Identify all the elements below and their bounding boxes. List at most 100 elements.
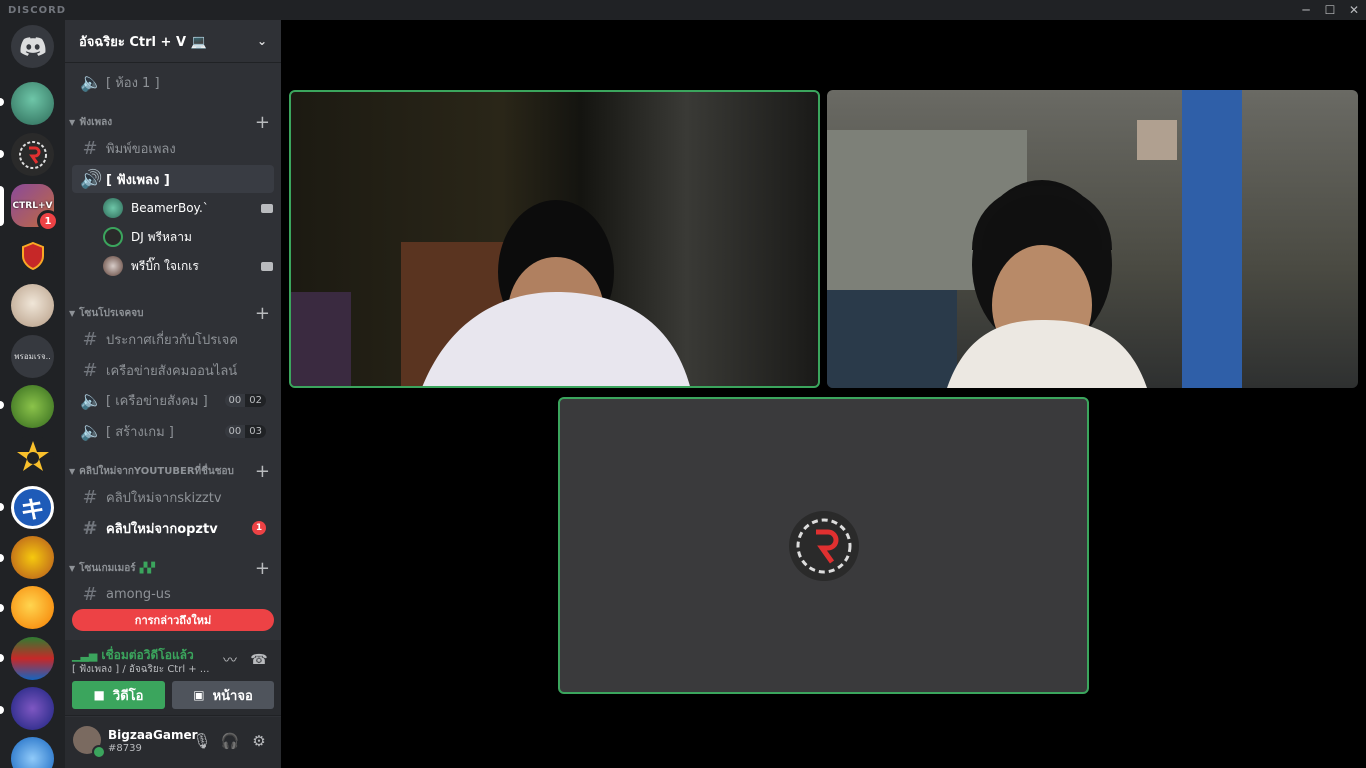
avatar xyxy=(789,511,859,581)
add-channel-icon[interactable]: + xyxy=(255,558,270,579)
server-icon-5[interactable] xyxy=(11,284,54,327)
server-name: อัจฉริยะ Ctrl + V 💻 xyxy=(79,34,207,50)
discord-logo-icon xyxy=(20,36,46,56)
server-icon-text: CTRL+V xyxy=(12,200,53,211)
user-panel: BigzaaGamer #8739 🎙 🎧 ⚙ xyxy=(65,717,281,768)
server-icon-10[interactable] xyxy=(11,536,54,579)
channel-label: [ เครือข่ายสังคม ] xyxy=(106,393,208,409)
server-icon-1[interactable] xyxy=(11,82,54,125)
hash-icon: # xyxy=(82,517,98,539)
window-controls: ─ ☐ ✕ xyxy=(1294,0,1366,20)
text-channel-project-network[interactable]: # เครือข่ายสังคมออนไลน์ xyxy=(72,356,274,384)
chevron-down-icon: ▼ xyxy=(69,466,76,476)
screen-share-label: หน้าจอ xyxy=(212,688,253,704)
video-feed xyxy=(291,200,690,386)
video-feed xyxy=(827,90,1242,388)
chevron-down-icon: ▼ xyxy=(69,117,76,127)
voice-channel-game[interactable]: 🔈 [ สร้างเกม ] 00 03 xyxy=(72,417,274,445)
channel-label: [ ฟังเพลง ] xyxy=(106,172,170,188)
username[interactable]: BigzaaGamer xyxy=(108,728,198,742)
voice-user[interactable]: DJ พรีหลาม xyxy=(103,224,273,250)
gamer-emoji-icon: ▞▞ xyxy=(139,562,155,574)
channel-label: คลิปใหม่จากopztv xyxy=(106,521,218,537)
server-icon-7[interactable] xyxy=(11,385,54,428)
speaker-icon: 🔈 xyxy=(80,389,103,411)
screen-share-button[interactable]: ▣ หน้าจอ xyxy=(172,681,274,709)
text-channel-among-us[interactable]: # among-us xyxy=(72,580,274,608)
server-icon-8[interactable] xyxy=(11,435,54,478)
add-channel-icon[interactable]: + xyxy=(255,461,270,482)
voice-location[interactable]: [ ฟังเพลง ] / อัจฉริยะ Ctrl + ... xyxy=(72,662,212,677)
category-label: ฟังเพลง xyxy=(79,116,113,128)
category-youtube[interactable]: ▼ คลิปใหม่จากYOUTUBERที่ชื่นชอบ + xyxy=(69,461,274,482)
category-gamer[interactable]: ▼ โซนเกมเมอร์ ▞▞ + xyxy=(69,558,274,579)
signal-icon: ▁▃▅ xyxy=(72,649,98,662)
add-channel-icon[interactable]: + xyxy=(255,112,270,133)
home-button[interactable] xyxy=(11,25,54,68)
hash-icon: # xyxy=(82,359,98,381)
server-icon-13[interactable] xyxy=(11,687,54,730)
hash-icon: # xyxy=(82,328,98,350)
maximize-icon[interactable]: ☐ xyxy=(1318,0,1342,20)
server-header[interactable]: อัจฉริยะ Ctrl + V 💻 ⌄ xyxy=(65,20,281,63)
user-limit: 03 xyxy=(245,424,266,438)
category-project[interactable]: ▼ โซนโปรเจคจบ + xyxy=(69,303,274,324)
server-icon-4[interactable] xyxy=(11,234,54,277)
gear-icon[interactable]: ⚙ xyxy=(249,731,269,751)
title-bar: DISCORD ─ ☐ ✕ xyxy=(0,0,1366,20)
speaker-icon: 🔈 xyxy=(80,71,103,93)
voice-connection-panel: ▁▃▅ เชื่อมต่อวิดีโอแล้ว [ ฟังเพลง ] / อั… xyxy=(65,640,281,716)
server-icon-12[interactable] xyxy=(11,637,54,680)
video-tile-beamerboy[interactable] xyxy=(289,90,820,388)
speaker-icon: 🔈 xyxy=(80,420,103,442)
r-logo-icon xyxy=(796,518,852,574)
disconnect-icon[interactable]: ☎ xyxy=(249,650,269,670)
server-icon-14[interactable] xyxy=(11,737,54,768)
headphones-icon[interactable]: 🎧 xyxy=(220,731,240,751)
voice-user[interactable]: พรีบิ๊ก ใจเกเร xyxy=(103,253,273,279)
channel-list: 🔈 [ ห้อง 1 ] ▼ ฟังเพลง + # พิมพ์ขอเพลง 🔊… xyxy=(65,64,281,640)
server-icon-2[interactable] xyxy=(11,133,54,176)
voice-channel-room1[interactable]: 🔈 [ ห้อง 1 ] xyxy=(72,68,274,96)
category-music[interactable]: ▼ ฟังเพลง + xyxy=(69,112,274,133)
voice-user-name: BeamerBoy.` xyxy=(131,201,209,215)
close-icon[interactable]: ✕ xyxy=(1342,0,1366,20)
unread-pill xyxy=(0,503,4,511)
text-channel-yt-opz[interactable]: # คลิปใหม่จากopztv 1 xyxy=(72,514,274,542)
noise-suppression-icon[interactable]: 〰 xyxy=(220,650,240,670)
hash-icon: # xyxy=(82,486,98,508)
unread-pill xyxy=(0,604,4,612)
server-list: CTRL+V 1 พรอมเรจ.. キ xyxy=(0,20,65,768)
unread-pill xyxy=(0,150,4,158)
server-icon-9[interactable]: キ xyxy=(11,486,54,529)
server-icon-11[interactable] xyxy=(11,586,54,629)
minimize-icon[interactable]: ─ xyxy=(1294,0,1318,20)
channel-sidebar: อัจฉริยะ Ctrl + V 💻 ⌄ 🔈 [ ห้อง 1 ] ▼ ฟัง… xyxy=(65,20,281,768)
hash-icon: # xyxy=(82,583,98,605)
avatar xyxy=(103,227,123,247)
category-label: คลิปใหม่จากYOUTUBERที่ชื่นชอบ xyxy=(79,465,234,477)
text-channel-music-request[interactable]: # พิมพ์ขอเพลง xyxy=(72,134,274,162)
voice-user[interactable]: BeamerBoy.` xyxy=(103,195,273,221)
microphone-icon[interactable]: 🎙 xyxy=(192,731,212,751)
chevron-down-icon: ▼ xyxy=(69,308,76,318)
text-channel-yt-skizz[interactable]: # คลิปใหม่จากskizztv xyxy=(72,483,274,511)
channel-label: [ สร้างเกม ] xyxy=(106,424,174,440)
user-limit-badge: 00 03 xyxy=(224,424,266,438)
add-channel-icon[interactable]: + xyxy=(255,303,270,324)
chevron-down-icon: ▼ xyxy=(69,563,76,573)
text-channel-project-announce[interactable]: # ประกาศเกี่ยวกับโปรเจค xyxy=(72,325,274,353)
camera-icon: ■ xyxy=(93,688,105,702)
video-tile-dj[interactable] xyxy=(558,397,1089,694)
video-tile-prebig[interactable] xyxy=(827,90,1358,388)
video-label: วิดีโอ xyxy=(112,688,144,704)
video-button[interactable]: ■ วิดีโอ xyxy=(72,681,165,709)
voice-channel-social[interactable]: 🔈 [ เครือข่ายสังคม ] 00 02 xyxy=(72,386,274,414)
chevron-down-icon: ⌄ xyxy=(256,34,267,48)
shield-icon xyxy=(21,241,44,270)
server-icon-6[interactable]: พรอมเรจ.. xyxy=(11,335,54,378)
voice-channel-music[interactable]: 🔊 [ ฟังเพลง ] xyxy=(72,165,274,193)
speaker-icon: 🔊 xyxy=(80,168,103,190)
new-mentions-button[interactable]: การกล่าวถึงใหม่ xyxy=(72,609,274,631)
category-label: โซนเกมเมอร์ xyxy=(79,562,136,574)
